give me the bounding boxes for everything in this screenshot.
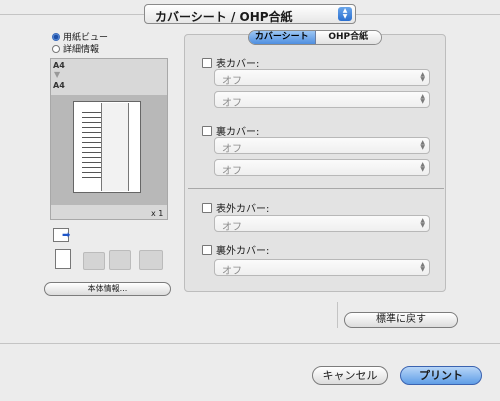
front-outer-cover-checkbox[interactable]: 表外カバー: — [202, 200, 269, 215]
tab-bar: カバーシート OHP合紙 — [248, 30, 382, 45]
front-outer-cover-label: 表外カバー: — [216, 204, 270, 215]
updown-arrows-icon: ▲ ▼ — [420, 71, 425, 83]
top-separator-right — [356, 14, 500, 15]
restore-divider — [337, 302, 338, 328]
updown-arrows-icon: ▲ ▼ — [420, 161, 425, 173]
front-cover-checkbox[interactable]: 表カバー: — [202, 55, 259, 70]
print-button-label: プリント — [419, 369, 463, 382]
front-cover-select-2[interactable]: オフ ▲ ▼ — [214, 91, 430, 109]
back-outer-cover-select-value: オフ — [222, 266, 242, 277]
cancel-button[interactable]: キャンセル — [312, 366, 388, 385]
user-icon — [83, 252, 105, 270]
device-info-button-label: 本体情報... — [87, 284, 128, 293]
document-icon — [55, 249, 71, 269]
front-cover-select-1[interactable]: オフ ▲ ▼ — [214, 69, 430, 87]
top-separator-left — [0, 14, 144, 15]
front-outer-cover-select[interactable]: オフ ▲ ▼ — [214, 215, 430, 233]
updown-arrows-icon: ▲ ▼ — [420, 217, 425, 229]
checkbox-icon — [202, 202, 212, 213]
radio-selected-icon — [52, 32, 60, 41]
back-outer-cover-select[interactable]: オフ ▲ ▼ — [214, 259, 430, 277]
back-cover-select-2[interactable]: オフ ▲ ▼ — [214, 159, 430, 177]
restore-defaults-button[interactable]: 標準に戻す — [344, 312, 458, 328]
front-outer-cover-select-value: オフ — [222, 222, 242, 233]
copies-count: x 1 — [151, 209, 164, 218]
tab-cover-sheet[interactable]: カバーシート — [249, 31, 316, 44]
radio-detail-settings[interactable]: 詳細情報 — [52, 42, 99, 55]
down-arrow-icon: ▼ — [54, 70, 61, 79]
back-cover-label: 裏カバー: — [216, 127, 260, 138]
back-cover-select-1[interactable]: オフ ▲ ▼ — [214, 137, 430, 155]
checkbox-icon — [202, 125, 212, 136]
checkbox-icon — [202, 244, 212, 255]
updown-arrows-icon: ▲ ▼ — [420, 93, 425, 105]
preview-pane: A4 ▼ A4 x 1 — [50, 58, 168, 220]
updown-arrows-icon: ▲ ▼ — [420, 139, 425, 151]
tab-ohp-interleave[interactable]: OHP合紙 — [315, 31, 381, 44]
restore-defaults-label: 標準に戻す — [376, 314, 426, 325]
secure-print-icon — [139, 250, 163, 270]
back-outer-cover-label: 裏外カバー: — [216, 246, 270, 257]
print-button[interactable]: プリント — [400, 366, 482, 385]
arrow-right-icon: ➡ — [62, 230, 71, 241]
users-icon — [109, 250, 131, 270]
size-bottom-label: A4 — [53, 81, 65, 90]
front-cover-label: 表カバー: — [216, 59, 260, 70]
printer-finisher-icon: ➡ — [53, 228, 71, 242]
group-divider — [188, 188, 444, 189]
updown-arrows-icon: ▲ ▼ — [420, 261, 425, 273]
radio-detail-settings-label: 詳細情報 — [63, 45, 100, 55]
back-cover-select-2-value: オフ — [222, 166, 242, 177]
bottom-separator — [0, 343, 500, 344]
back-cover-checkbox[interactable]: 裏カバー: — [202, 123, 259, 138]
popup-arrows-icon: ▲ ▼ — [338, 7, 352, 21]
radio-unselected-icon — [52, 44, 60, 53]
panel-select-popup[interactable]: カバーシート / OHP合紙 ▲ ▼ — [144, 4, 356, 24]
front-cover-select-2-value: オフ — [222, 98, 242, 109]
size-top-label: A4 — [53, 61, 65, 70]
device-info-button[interactable]: 本体情報... — [44, 282, 171, 296]
front-cover-select-1-value: オフ — [222, 76, 242, 87]
back-cover-select-1-value: オフ — [222, 144, 242, 155]
cover-sheet-preview-icon — [101, 103, 129, 191]
checkbox-icon — [202, 57, 212, 68]
back-outer-cover-checkbox[interactable]: 裏外カバー: — [202, 242, 269, 257]
panel-select-value: カバーシート / OHP合紙 — [155, 10, 293, 24]
cancel-button-label: キャンセル — [322, 369, 378, 382]
paper-preview-area — [51, 95, 167, 205]
